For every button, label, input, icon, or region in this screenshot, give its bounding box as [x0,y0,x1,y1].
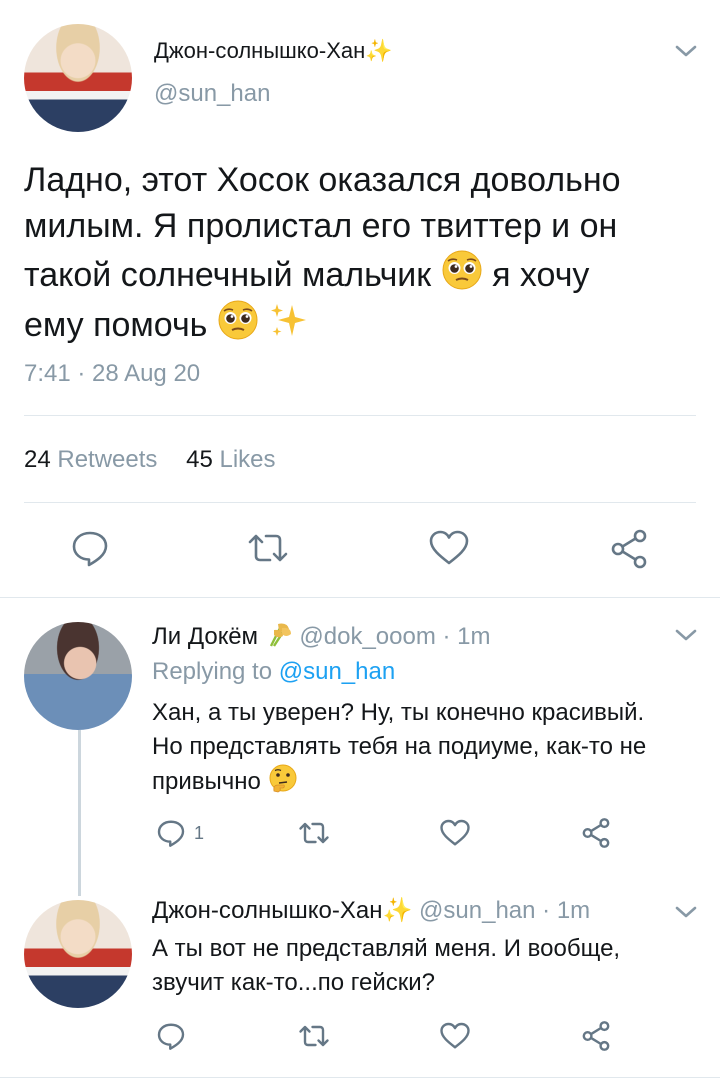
author-handle[interactable]: @sun_han [154,80,270,108]
share-icon [582,818,610,848]
tweet-line: такой солнечный мальчик я хочу [24,249,696,299]
likes-stat[interactable]: 45 Likes [186,446,275,473]
chevron-down-icon[interactable] [675,628,697,642]
reply-handle: @dok_ooom [299,623,436,650]
retweets-stat[interactable]: 24 Retweets [24,446,157,473]
share-icon [611,529,647,569]
reply-button[interactable]: 1 [156,818,204,848]
reply-author[interactable]: Джон-солнышко-Хан✨ @sun_han · 1m [152,896,590,925]
author-name-text: Джон-солнышко-Хан [152,897,383,924]
retweet-icon [299,822,329,844]
sparkles-icon: ✨ [382,897,413,924]
reply-icon [72,531,108,567]
share-button[interactable] [608,528,650,570]
thread-line [78,730,81,896]
like-icon [440,1022,470,1049]
reply-button[interactable] [70,528,110,568]
thinking-face-icon [269,764,297,793]
section-divider [0,1077,720,1078]
reply-button[interactable] [156,1021,186,1051]
tweet-line: Ладно, этот Хосок оказался довольно [24,161,621,199]
tweet-text: Ладно, этот Хосок оказался довольно милы… [24,158,696,348]
tweet-timestamp[interactable]: 7:41 · 28 Aug 20 [24,360,200,388]
share-icon [582,1021,610,1051]
chevron-down-icon[interactable] [675,905,697,919]
share-button[interactable] [580,817,612,849]
pleading-face-icon [218,300,258,339]
engagement-stats: 24 Retweets 45 Likes [24,446,276,474]
chevron-down-icon[interactable] [675,44,697,58]
share-button[interactable] [580,1020,612,1052]
avatar[interactable] [24,24,132,132]
avatar[interactable] [24,900,132,1008]
likes-count: 45 [186,446,213,473]
rice-sheaf-icon [269,623,291,647]
reply-line: А ты вот не представляй меня. И вообще, [152,935,621,962]
replying-label: Replying to [152,658,273,685]
like-icon [429,530,469,565]
retweets-label: Retweets [57,446,158,473]
reply-line-part: привычно [152,768,261,795]
section-divider [0,597,720,598]
retweet-button[interactable] [296,818,332,848]
reply-line: Хан, а ты уверен? Ну, ты конечно красивы… [152,699,645,726]
divider [24,502,696,503]
retweet-icon [248,534,288,562]
replying-to: Replying to @sun_han [152,658,395,686]
reply-icon [157,820,185,847]
sparkles-icon: ✨ [365,38,393,63]
tweet-line-part: я хочу [492,256,590,294]
reply-line: звучит как-то...по гейски? [152,969,435,996]
retweet-button[interactable] [296,1021,332,1051]
reply-count: 1 [194,822,205,843]
tweet-line: ему помочь [24,299,696,349]
like-icon [440,819,470,846]
like-button[interactable] [439,818,471,848]
replying-to-link[interactable]: @sun_han [279,658,395,685]
reply-time: · 1m [442,623,491,650]
main-tweet: Джон-солнышко-Хан✨ @sun_han Ладно, этот … [0,0,720,598]
reply-line: привычно [152,764,704,799]
reply-text: Хан, а ты уверен? Ну, ты конечно красивы… [152,696,704,799]
tweet-line-part: такой солнечный мальчик [24,256,432,294]
tweet-line-part: ему помочь [24,305,208,344]
sparkles-icon [271,303,307,336]
avatar[interactable] [24,622,132,730]
reply-line: Но представлять тебя на подиуме, как-то … [152,733,647,760]
reply-time: · 1m [542,897,591,924]
author-name-text: Ли Докём [152,623,259,650]
like-button[interactable] [439,1021,471,1051]
author-name-text: Джон-солнышко-Хан [154,38,366,63]
reply-handle: @sun_han [419,897,536,924]
reply-text: А ты вот не представляй меня. И вообще, … [152,932,704,1000]
retweet-icon [299,1025,329,1047]
reply-author[interactable]: Ли Докём @dok_ooom · 1m [152,620,491,651]
tweet-line: милым. Я пролистал его твиттер и он [24,206,618,245]
divider [24,415,696,416]
like-button[interactable] [428,528,470,568]
retweets-count: 24 [24,446,51,473]
reply-icon [157,1023,185,1050]
retweet-button[interactable] [244,528,292,568]
likes-label: Likes [219,446,276,473]
pleading-face-icon [442,250,482,290]
author-name[interactable]: Джон-солнышко-Хан✨ [154,38,393,64]
